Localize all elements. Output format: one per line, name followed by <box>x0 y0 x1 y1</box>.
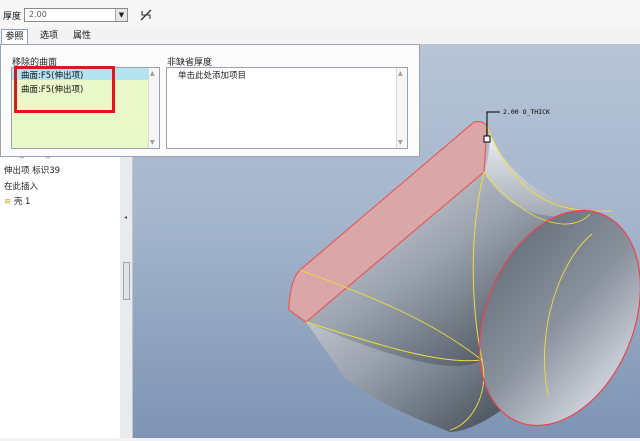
tab-properties[interactable]: 属性 <box>70 29 94 43</box>
tree-item-protrusion[interactable]: 伸出项 标识39 <box>4 164 60 176</box>
annotation-highlight-box <box>14 66 115 113</box>
add-item-hint[interactable]: 单击此处添加项目 <box>178 69 246 81</box>
tree-item-shell[interactable]: ≋ 壳 1 <box>4 195 30 207</box>
tree-item-insert-here[interactable]: 在此插入 <box>4 180 38 192</box>
scrollbar[interactable]: ▲ ▼ <box>396 68 407 148</box>
scroll-down-icon[interactable]: ▼ <box>150 139 155 146</box>
splitter-grip-icon: ◂ <box>124 214 128 221</box>
thickness-value: 2.00 <box>29 10 47 19</box>
scrollbar[interactable]: ▲ ▼ <box>148 68 159 148</box>
scroll-down-icon[interactable]: ▼ <box>398 139 403 146</box>
scroll-up-icon[interactable]: ▲ <box>150 70 155 77</box>
tree-item-shell-label: 壳 1 <box>13 197 31 207</box>
dimension-label[interactable]: 2.00 O_THICK <box>503 108 550 116</box>
dashboard-tabs: 参照 选项 属性 <box>0 28 640 45</box>
thickness-input[interactable]: 2.00 ▼ <box>24 8 128 22</box>
tab-options[interactable]: 选项 <box>36 29 62 43</box>
thickness-toolbar: 厚度 2.00 ▼ <box>0 0 640 28</box>
splitter-handle[interactable] <box>123 262 130 300</box>
shell-feature-icon: ≋ <box>4 197 12 207</box>
tab-references[interactable]: 参照 <box>1 29 28 45</box>
chevron-down-icon[interactable]: ▼ <box>115 9 127 21</box>
scroll-up-icon[interactable]: ▲ <box>398 70 403 77</box>
thickness-label: 厚度 <box>3 12 22 22</box>
non-default-thickness-list[interactable]: 单击此处添加项目 ▲ ▼ <box>166 67 408 149</box>
flip-direction-icon[interactable] <box>139 8 153 22</box>
